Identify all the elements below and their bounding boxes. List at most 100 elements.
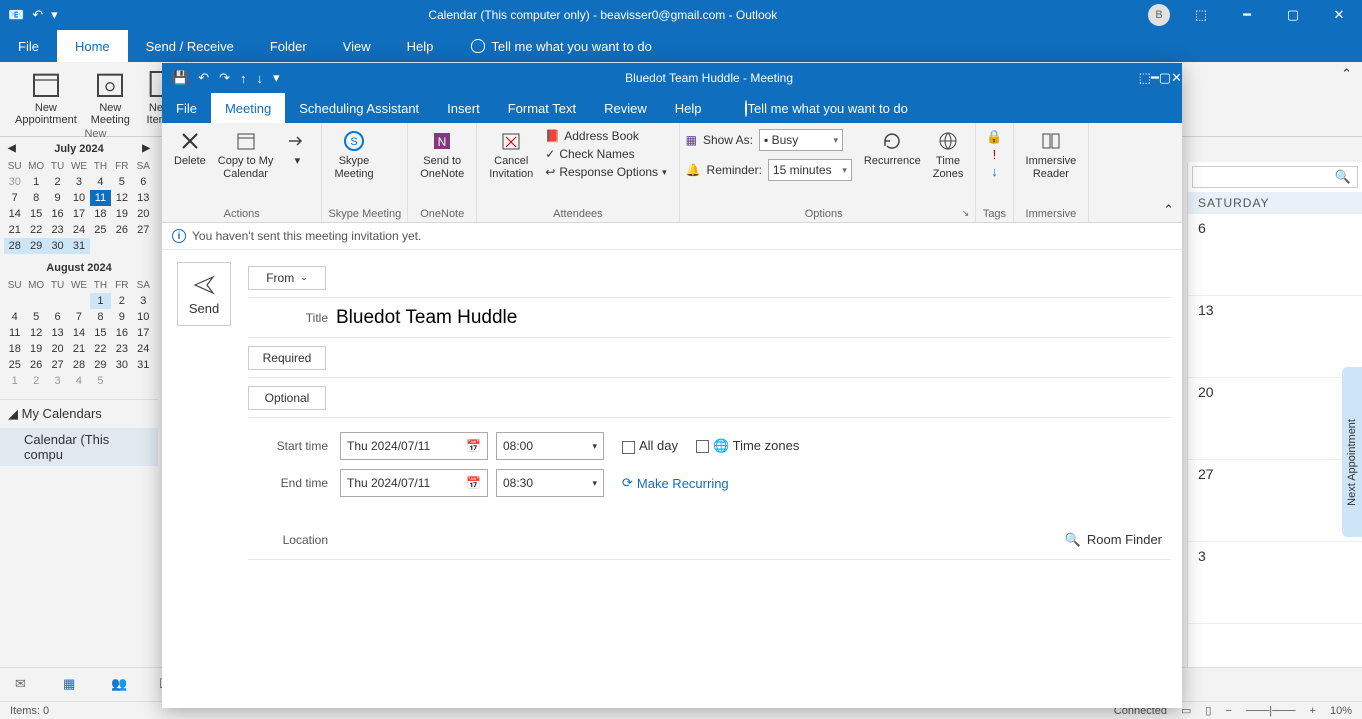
view-normal-icon[interactable]: ▭ bbox=[1181, 704, 1191, 717]
show-as-select[interactable]: ▪ Busy▾ bbox=[759, 129, 843, 151]
calendar-icon[interactable]: ▦ bbox=[63, 676, 81, 694]
calendar-day[interactable]: 3 bbox=[47, 373, 68, 389]
end-time-picker[interactable]: 08:30▾ bbox=[496, 469, 604, 497]
options-launcher-icon[interactable]: ↘ bbox=[962, 208, 970, 220]
calendar-day[interactable]: 16 bbox=[111, 325, 132, 341]
next-month-icon[interactable]: ▶ bbox=[142, 143, 150, 154]
private-icon[interactable]: 🔒 bbox=[986, 129, 1002, 145]
prev-month-icon[interactable]: ◀ bbox=[8, 143, 16, 154]
calendar-day[interactable]: 12 bbox=[111, 190, 132, 206]
calendar-day[interactable] bbox=[47, 293, 68, 309]
calendar-day[interactable]: 12 bbox=[25, 325, 46, 341]
timezones-checkbox[interactable]: 🌐 Time zones bbox=[696, 438, 799, 454]
calendar-day[interactable]: 2 bbox=[25, 373, 46, 389]
forward-button[interactable]: ▾ bbox=[279, 127, 315, 170]
end-date-picker[interactable]: Thu 2024/07/11📅 bbox=[340, 469, 488, 497]
tab-file[interactable]: File bbox=[0, 30, 57, 62]
calendar-day[interactable]: 27 bbox=[133, 222, 154, 238]
calendar-day[interactable] bbox=[90, 238, 111, 254]
ribbon-display-icon[interactable]: ⬚ bbox=[1139, 70, 1151, 86]
copy-to-calendar-button[interactable]: Copy to My Calendar bbox=[212, 127, 280, 183]
delete-button[interactable]: Delete bbox=[168, 127, 212, 170]
onenote-button[interactable]: NSend to OneNote bbox=[414, 127, 470, 183]
calendar-day[interactable]: 14 bbox=[68, 325, 89, 341]
calendar-day[interactable]: 5 bbox=[25, 309, 46, 325]
calendar-day[interactable]: 3 bbox=[133, 293, 154, 309]
calendar-day[interactable]: 7 bbox=[68, 309, 89, 325]
calendar-day[interactable]: 30 bbox=[47, 238, 68, 254]
cancel-invitation-button[interactable]: Cancel Invitation bbox=[483, 127, 539, 183]
calendar-day[interactable]: 1 bbox=[90, 293, 111, 309]
from-button[interactable]: From⌄ bbox=[248, 266, 326, 290]
calendar-day[interactable]: 21 bbox=[68, 341, 89, 357]
calendar-day[interactable]: 30 bbox=[4, 174, 25, 190]
calendar-day[interactable] bbox=[4, 293, 25, 309]
required-button[interactable]: Required bbox=[248, 346, 326, 370]
calendar-day[interactable] bbox=[68, 293, 89, 309]
recurrence-button[interactable]: Recurrence bbox=[858, 127, 927, 170]
calendar-day[interactable]: 17 bbox=[68, 206, 89, 222]
reminder-select[interactable]: 15 minutes▾ bbox=[768, 159, 852, 181]
mail-icon[interactable]: ✉ bbox=[15, 676, 33, 694]
calendar-day[interactable]: 15 bbox=[25, 206, 46, 222]
tell-me-search[interactable]: Tell me what you want to do bbox=[471, 39, 651, 54]
calendar-day[interactable]: 16 bbox=[47, 206, 68, 222]
calendar-day[interactable]: 17 bbox=[133, 325, 154, 341]
calendar-day[interactable]: 3 bbox=[68, 174, 89, 190]
new-meeting-button[interactable]: New Meeting bbox=[85, 66, 136, 128]
redo-icon[interactable]: ↷ bbox=[219, 70, 230, 86]
day-slot[interactable]: 20 bbox=[1188, 378, 1362, 460]
start-time-picker[interactable]: 08:00▾ bbox=[496, 432, 604, 460]
calendar-day[interactable]: 28 bbox=[4, 238, 25, 254]
location-input[interactable] bbox=[328, 526, 1057, 553]
minimize-button[interactable]: ━ bbox=[1224, 0, 1270, 30]
mw-close-button[interactable]: ✕ bbox=[1171, 70, 1182, 86]
next-appointment-tab[interactable]: Next Appointment bbox=[1342, 367, 1362, 537]
view-reading-icon[interactable]: ▯ bbox=[1205, 704, 1211, 717]
response-options-button[interactable]: ↩Response Options▾ bbox=[539, 163, 672, 181]
calendar-day[interactable]: 10 bbox=[133, 309, 154, 325]
address-book-button[interactable]: 📕Address Book bbox=[539, 127, 672, 145]
calendar-day[interactable]: 29 bbox=[25, 238, 46, 254]
check-names-button[interactable]: ✓Check Names bbox=[539, 145, 672, 163]
high-importance-icon[interactable]: ! bbox=[993, 147, 997, 162]
skype-meeting-button[interactable]: SSkype Meeting bbox=[328, 127, 379, 183]
calendar-day[interactable] bbox=[111, 373, 132, 389]
save-icon[interactable]: 💾 bbox=[172, 70, 188, 86]
calendar-day[interactable]: 1 bbox=[25, 174, 46, 190]
mw-maximize-button[interactable]: ▢ bbox=[1159, 70, 1171, 86]
time-zones-button[interactable]: Time Zones bbox=[927, 127, 970, 183]
calendar-day[interactable]: 20 bbox=[133, 206, 154, 222]
calendar-day[interactable]: 20 bbox=[47, 341, 68, 357]
user-avatar[interactable]: B bbox=[1148, 4, 1170, 26]
calendar-day[interactable] bbox=[133, 238, 154, 254]
people-icon[interactable]: 👥 bbox=[111, 676, 129, 694]
tab-help[interactable]: Help bbox=[389, 30, 452, 62]
day-slot[interactable]: 6 bbox=[1188, 214, 1362, 296]
mw-tab-meeting[interactable]: Meeting bbox=[211, 93, 285, 123]
calendar-day[interactable]: 19 bbox=[25, 341, 46, 357]
calendar-day[interactable]: 8 bbox=[90, 309, 111, 325]
tab-home[interactable]: Home bbox=[57, 30, 128, 62]
calendar-day[interactable]: 22 bbox=[90, 341, 111, 357]
calendar-day[interactable]: 29 bbox=[90, 357, 111, 373]
calendar-day[interactable]: 13 bbox=[47, 325, 68, 341]
optional-button[interactable]: Optional bbox=[248, 386, 326, 410]
undo-icon[interactable]: ↶ bbox=[198, 70, 209, 86]
mw-tab-review[interactable]: Review bbox=[590, 93, 661, 123]
from-field[interactable] bbox=[326, 264, 1170, 291]
calendar-day[interactable]: 2 bbox=[111, 293, 132, 309]
tab-folder[interactable]: Folder bbox=[252, 30, 325, 62]
calendar-day[interactable]: 24 bbox=[133, 341, 154, 357]
calendar-day[interactable]: 25 bbox=[90, 222, 111, 238]
up-icon[interactable]: ↑ bbox=[240, 71, 247, 86]
undo-icon[interactable]: ↶ bbox=[32, 7, 43, 23]
make-recurring-link[interactable]: ⟳Make Recurring bbox=[622, 475, 729, 491]
calendar-day[interactable]: 6 bbox=[47, 309, 68, 325]
day-slot[interactable]: 3 bbox=[1188, 542, 1362, 624]
new-appointment-button[interactable]: New Appointment bbox=[9, 66, 83, 128]
optional-field[interactable] bbox=[326, 384, 1170, 411]
immersive-reader-button[interactable]: Immersive Reader bbox=[1020, 127, 1083, 183]
calendar-day[interactable]: 19 bbox=[111, 206, 132, 222]
calendar-day[interactable] bbox=[25, 293, 46, 309]
